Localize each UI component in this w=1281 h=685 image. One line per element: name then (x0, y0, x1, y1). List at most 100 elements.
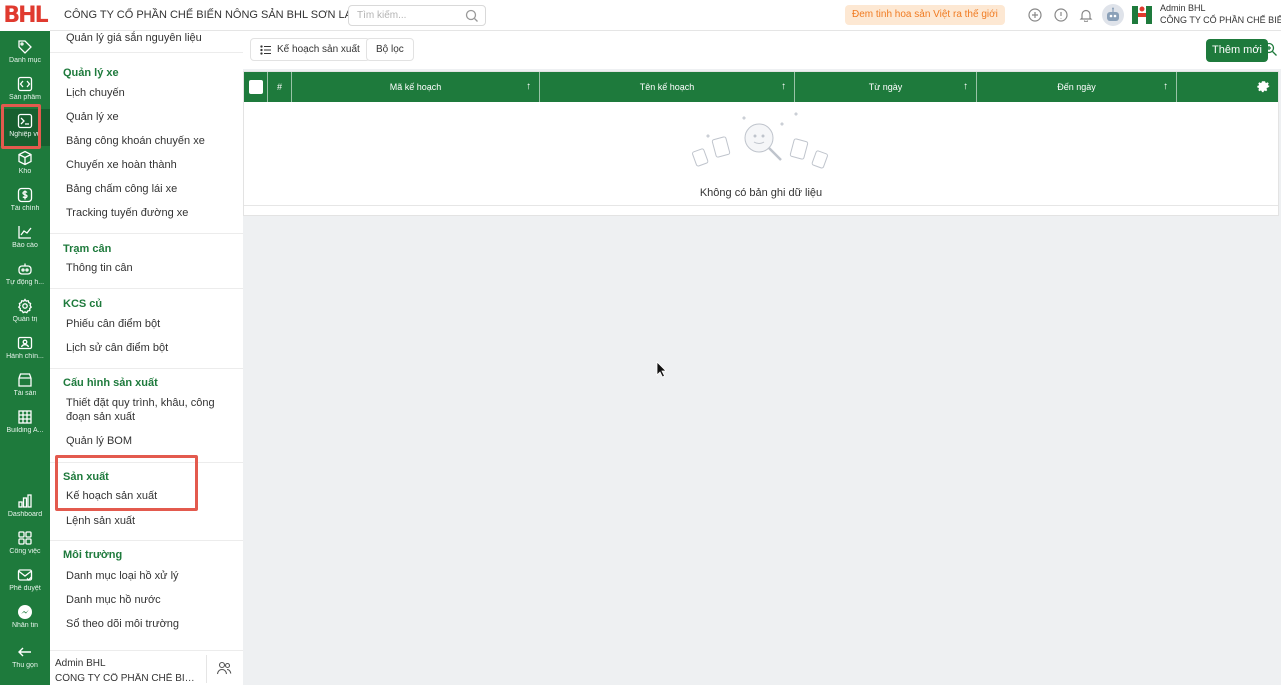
menu-item-quan-ly-gia-san[interactable]: Quản lý giá sắn nguyên liệu (66, 31, 238, 45)
menu-item-lich-su-can[interactable]: Lịch sử cân điểm bột (66, 341, 238, 355)
divider (50, 288, 243, 289)
header-den-ngay[interactable]: Đến ngày ↑ (977, 72, 1177, 102)
grid-icon (18, 531, 32, 545)
footer-user-name: Admin BHL (55, 658, 106, 669)
rail-label: Tài sản (13, 390, 37, 397)
user-name[interactable]: Admin BHL (1160, 3, 1206, 13)
plus-circle-icon[interactable] (1028, 8, 1042, 22)
plan-list-label: Kế hoạch sản xuất (277, 44, 360, 55)
divider (50, 52, 243, 53)
menu-item-ho-nuoc[interactable]: Danh mục hồ nước (66, 593, 238, 607)
rail-label: Tự động h... (5, 279, 45, 286)
rail-label: Công việc (9, 548, 41, 555)
menu-item-bang-cham-cong[interactable]: Bảng chấm công lái xe (66, 182, 238, 196)
header-label: Tên kế hoạch (639, 82, 695, 92)
search-input[interactable] (349, 6, 459, 25)
mail-check-icon (17, 569, 33, 581)
menu-item-thiet-dat-quy-trinh[interactable]: Thiết đặt quy trình, khâu, công đoạn sản… (66, 396, 216, 424)
rail-item-bao-cao[interactable]: Báo cáo (0, 220, 50, 257)
rail-label: Danh mục (9, 57, 41, 64)
header-label: Đến ngày (1057, 82, 1096, 92)
user-company: CÔNG TY CỔ PHẦN CHẾ BIẾN (1160, 15, 1281, 25)
rail-label: Nhắn tin (11, 622, 39, 629)
menu-item-loai-ho-xu-ly[interactable]: Danh mục loại hồ xử lý (66, 569, 238, 583)
icon-rail: BHL Danh mục Sản phẩm Nghiệp vụ Kho Tài … (0, 0, 50, 685)
rail-label: Thu gọn (12, 662, 38, 669)
empty-state-text: Không có bản ghi dữ liệu (699, 187, 823, 199)
users-icon[interactable] (216, 660, 232, 676)
app-logo[interactable]: BHL (0, 0, 50, 31)
sort-arrow-icon[interactable]: ↑ (781, 72, 786, 102)
bell-icon[interactable] (1079, 8, 1093, 22)
rail-item-phe-duyet[interactable]: Phê duyệt (0, 563, 50, 600)
select-all-checkbox[interactable] (249, 80, 263, 94)
rail-label: Kho (18, 168, 32, 175)
chart-line-icon (18, 226, 32, 239)
sort-arrow-icon[interactable]: ↑ (526, 72, 531, 102)
header-tu-ngay[interactable]: Từ ngày ↑ (795, 72, 977, 102)
plan-list-button[interactable]: Kế hoạch sản xuất (250, 38, 370, 61)
table-settings-icon[interactable] (1256, 79, 1271, 94)
menu-item-chuyen-xe-hoan-thanh[interactable]: Chuyến xe hoàn thành (66, 158, 238, 172)
dollar-icon (17, 187, 33, 203)
menu-item-so-theo-doi[interactable]: Sổ theo dõi môi trường (66, 617, 238, 631)
sort-arrow-icon[interactable]: ↑ (963, 72, 968, 102)
rail-label: Quản trị (12, 316, 38, 323)
filter-button[interactable]: Bộ lọc (366, 38, 414, 61)
rail-label: Báo cáo (12, 242, 38, 249)
menu-item-phieu-can[interactable]: Phiếu cân điểm bột (66, 317, 238, 331)
rail-item-danh-muc[interactable]: Danh mục (0, 35, 50, 72)
rail-item-tu-dong-hoa[interactable]: Tự động h... (0, 257, 50, 294)
gear-icon (17, 298, 33, 314)
chatbot-avatar[interactable] (1102, 4, 1124, 26)
id-card-icon (17, 336, 33, 350)
search-box[interactable] (348, 5, 486, 26)
rail-item-nhan-tin[interactable]: Nhắn tin (0, 600, 50, 637)
data-table: # Mã kế hoạch ↑ Tên kế hoạch ↑ Từ ngày ↑ Đế… (243, 71, 1279, 216)
info-circle-icon[interactable] (1054, 8, 1068, 22)
arrow-left-icon (18, 647, 31, 657)
add-new-button[interactable]: Thêm mới (1206, 39, 1268, 62)
header-ten-ke-hoach[interactable]: Tên kế hoạch ↑ (540, 72, 795, 102)
header-ma-ke-hoach[interactable]: Mã kế hoạch ↑ (292, 72, 540, 102)
rail-item-cong-viec[interactable]: Công việc (0, 526, 50, 563)
rail-item-tai-san[interactable]: Tài sản (0, 368, 50, 405)
list-icon (260, 45, 271, 55)
menu-item-quan-ly-bom[interactable]: Quản lý BOM (66, 434, 238, 448)
footer-separator (206, 655, 207, 683)
rail-label: Phê duyệt (9, 585, 41, 592)
rail-label: Hành chín... (6, 353, 44, 360)
section-title-quan-ly-xe: Quản lý xe (63, 67, 119, 79)
menu-item-quan-ly-xe[interactable]: Quản lý xe (66, 110, 238, 124)
header-select-all[interactable] (244, 72, 268, 102)
menu-item-thong-tin-can[interactable]: Thông tin cân (66, 261, 238, 275)
top-bar: CÔNG TY CỔ PHẦN CHẾ BIẾN NÔNG SẢN BHL SƠ… (50, 0, 1281, 31)
menu-item-lich-chuyen[interactable]: Lịch chuyến (66, 86, 238, 100)
rail-item-thu-gon[interactable]: Thu gọn (0, 640, 50, 677)
tag-icon (18, 40, 32, 54)
menu-item-lenh-san-xuat[interactable]: Lệnh sản xuất (66, 514, 238, 528)
robot-icon (1107, 7, 1119, 21)
menu-item-bang-cong-khoan[interactable]: Bảng công khoán chuyến xe (66, 134, 238, 148)
sort-arrow-icon[interactable]: ↑ (1163, 72, 1168, 102)
rail-item-quan-tri[interactable]: Quản trị (0, 294, 50, 331)
section-title-kcs-cu: KCS củ (63, 298, 103, 310)
zoom-in-icon[interactable] (1263, 42, 1278, 57)
shop-icon (18, 373, 32, 387)
rail-item-dashboard[interactable]: Dashboard (0, 489, 50, 526)
rail-item-building[interactable]: Building A... (0, 405, 50, 442)
submenu-panel: Quản lý giá sắn nguyên liệu Quản lý xe L… (50, 31, 243, 685)
menu-item-tracking[interactable]: Tracking tuyến đường xe (66, 206, 238, 220)
rail-item-hanh-chinh[interactable]: Hành chín... (0, 331, 50, 368)
main-toolbar: Kế hoạch sản xuất Bộ lọc Thêm mới (243, 31, 1281, 69)
divider (50, 540, 243, 541)
rail-item-kho[interactable]: Kho (0, 146, 50, 183)
company-title: CÔNG TY CỔ PHẦN CHẾ BIẾN NÔNG SẢN BHL SƠ… (64, 9, 352, 21)
mouse-cursor-icon (656, 361, 667, 378)
bar-chart-icon (18, 494, 32, 508)
rail-item-tai-chinh[interactable]: Tài chính (0, 183, 50, 220)
search-icon[interactable] (465, 9, 479, 23)
building-icon (18, 410, 32, 424)
code-icon (17, 76, 33, 92)
brand-logo-icon (1132, 6, 1152, 24)
